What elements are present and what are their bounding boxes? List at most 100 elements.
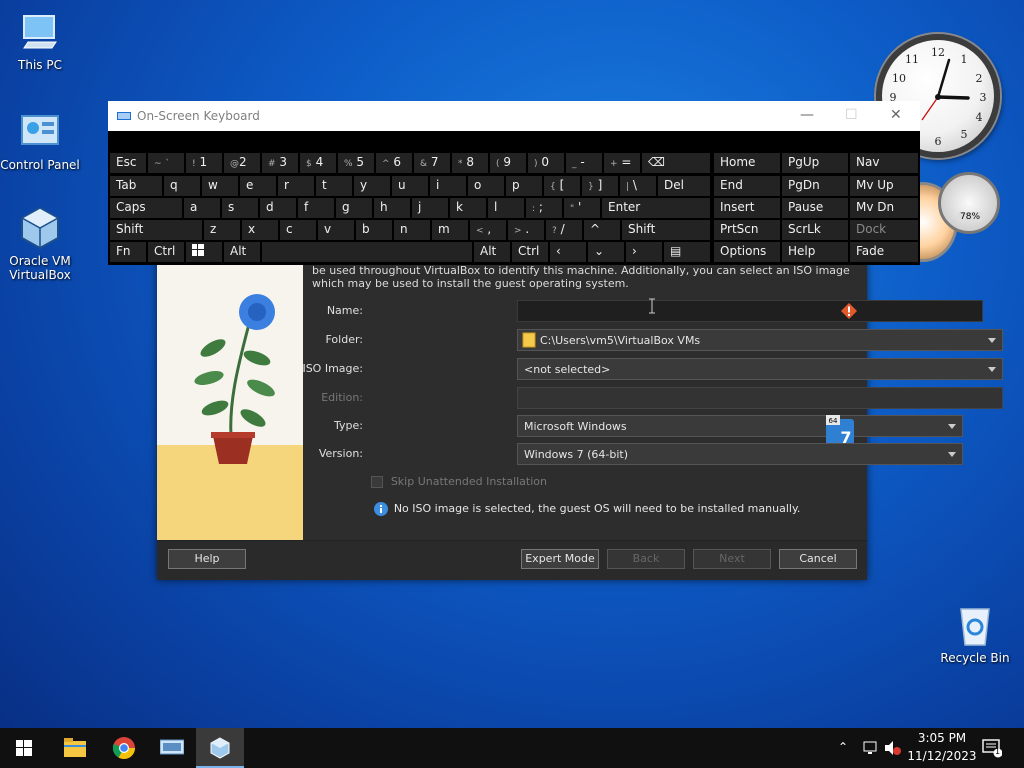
key-left[interactable]: ‹ bbox=[550, 242, 586, 262]
osk-title-bar[interactable]: On-Screen Keyboard — ☐ ✕ bbox=[108, 101, 920, 131]
key-b[interactable]: b bbox=[356, 220, 392, 240]
memory-meter-gadget[interactable] bbox=[938, 172, 1000, 234]
key-tilde[interactable]: ~ ` bbox=[148, 153, 184, 173]
key-quote[interactable]: " ' bbox=[564, 198, 600, 218]
key-prtscn[interactable]: PrtScn bbox=[714, 220, 780, 240]
key-bracket-open[interactable]: { [ bbox=[544, 176, 580, 196]
key-windows[interactable] bbox=[186, 242, 222, 262]
key-0[interactable]: ) 0 bbox=[528, 153, 564, 173]
key-5[interactable]: % 5 bbox=[338, 153, 374, 173]
name-input[interactable] bbox=[517, 300, 983, 322]
key-fn[interactable]: Fn bbox=[110, 242, 146, 262]
desktop-icon-control-panel[interactable]: Control Panel bbox=[0, 110, 80, 172]
key-period[interactable]: > . bbox=[508, 220, 544, 240]
key-enter[interactable]: Enter bbox=[602, 198, 710, 218]
key-i[interactable]: i bbox=[430, 176, 466, 196]
key-pgup[interactable]: PgUp bbox=[782, 153, 848, 173]
key-shift-right[interactable]: Shift bbox=[622, 220, 710, 240]
key-scrlk[interactable]: ScrLk bbox=[782, 220, 848, 240]
notification-center-button[interactable]: 1 bbox=[982, 738, 1003, 758]
version-combo[interactable]: Windows 7 (64-bit) bbox=[517, 443, 963, 465]
key-3[interactable]: # 3 bbox=[262, 153, 298, 173]
tray-time[interactable]: 3:05 PM bbox=[906, 731, 978, 745]
key-q[interactable]: q bbox=[164, 176, 200, 196]
key-mv-dn[interactable]: Mv Dn bbox=[850, 198, 918, 218]
key-n[interactable]: n bbox=[394, 220, 430, 240]
key-backspace[interactable]: ⌫ bbox=[642, 153, 710, 173]
type-combo[interactable]: Microsoft Windows bbox=[517, 415, 963, 437]
key-2[interactable]: @2 bbox=[224, 153, 260, 173]
key-s[interactable]: s bbox=[222, 198, 258, 218]
key-o[interactable]: o bbox=[468, 176, 504, 196]
key-tab[interactable]: Tab bbox=[110, 176, 162, 196]
key-esc[interactable]: Esc bbox=[110, 153, 146, 173]
key-h[interactable]: h bbox=[374, 198, 410, 218]
desktop-icon-recycle-bin[interactable]: Recycle Bin bbox=[935, 603, 1015, 665]
key-j[interactable]: j bbox=[412, 198, 448, 218]
key-t[interactable]: t bbox=[316, 176, 352, 196]
key-comma[interactable]: < , bbox=[470, 220, 506, 240]
key-r[interactable]: r bbox=[278, 176, 314, 196]
taskbar-file-explorer[interactable] bbox=[50, 728, 98, 768]
start-button[interactable] bbox=[0, 728, 48, 768]
key-w[interactable]: w bbox=[202, 176, 238, 196]
key-help[interactable]: Help bbox=[782, 242, 848, 262]
maximize-button[interactable]: ☐ bbox=[845, 107, 858, 123]
key-space[interactable] bbox=[262, 242, 472, 262]
network-icon[interactable] bbox=[862, 740, 880, 756]
key-pgdn[interactable]: PgDn bbox=[782, 176, 848, 196]
close-button[interactable]: ✕ bbox=[890, 107, 902, 123]
key-up[interactable]: ^ bbox=[584, 220, 620, 240]
key-nav[interactable]: Nav bbox=[850, 153, 918, 173]
key-right[interactable]: › bbox=[626, 242, 662, 262]
key-slash[interactable]: ? / bbox=[546, 220, 582, 240]
key-x[interactable]: x bbox=[242, 220, 278, 240]
key-p[interactable]: p bbox=[506, 176, 542, 196]
key-m[interactable]: m bbox=[432, 220, 468, 240]
key-l[interactable]: l bbox=[488, 198, 524, 218]
key-g[interactable]: g bbox=[336, 198, 372, 218]
key-down[interactable]: ⌄ bbox=[588, 242, 624, 262]
key-z[interactable]: z bbox=[204, 220, 240, 240]
key-minus[interactable]: _ - bbox=[566, 153, 602, 173]
minimize-button[interactable]: — bbox=[800, 107, 814, 123]
key-u[interactable]: u bbox=[392, 176, 428, 196]
desktop-icon-this-pc[interactable]: This PC bbox=[0, 10, 80, 72]
key-fade[interactable]: Fade bbox=[850, 242, 918, 262]
key-equals[interactable]: + = bbox=[604, 153, 640, 173]
key-a[interactable]: a bbox=[184, 198, 220, 218]
key-v[interactable]: v bbox=[318, 220, 354, 240]
key-menu[interactable]: ▤ bbox=[664, 242, 710, 262]
key-end[interactable]: End bbox=[714, 176, 780, 196]
key-shift-left[interactable]: Shift bbox=[110, 220, 202, 240]
key-8[interactable]: * 8 bbox=[452, 153, 488, 173]
key-e[interactable]: e bbox=[240, 176, 276, 196]
tray-date[interactable]: 11/12/2023 bbox=[906, 749, 978, 763]
key-alt-right[interactable]: Alt bbox=[474, 242, 510, 262]
key-1[interactable]: ! 1 bbox=[186, 153, 222, 173]
key-4[interactable]: $ 4 bbox=[300, 153, 336, 173]
key-7[interactable]: & 7 bbox=[414, 153, 450, 173]
key-9[interactable]: ( 9 bbox=[490, 153, 526, 173]
key-c[interactable]: c bbox=[280, 220, 316, 240]
key-backslash[interactable]: | \ bbox=[620, 176, 656, 196]
key-pause[interactable]: Pause bbox=[782, 198, 848, 218]
key-dock[interactable]: Dock bbox=[850, 220, 918, 240]
key-bracket-close[interactable]: } ] bbox=[582, 176, 618, 196]
help-button[interactable]: Help bbox=[168, 549, 246, 569]
cancel-button[interactable]: Cancel bbox=[779, 549, 857, 569]
key-6[interactable]: ^ 6 bbox=[376, 153, 412, 173]
key-options[interactable]: Options bbox=[714, 242, 780, 262]
key-y[interactable]: y bbox=[354, 176, 390, 196]
show-hidden-icons[interactable]: ⌃ bbox=[838, 740, 848, 754]
key-semicolon[interactable]: : ; bbox=[526, 198, 562, 218]
key-alt-left[interactable]: Alt bbox=[224, 242, 260, 262]
key-caps[interactable]: Caps bbox=[110, 198, 182, 218]
key-insert[interactable]: Insert bbox=[714, 198, 780, 218]
taskbar-on-screen-keyboard[interactable] bbox=[148, 728, 196, 768]
expert-mode-button[interactable]: Expert Mode bbox=[521, 549, 599, 569]
key-mv-up[interactable]: Mv Up bbox=[850, 176, 918, 196]
volume-muted-icon[interactable] bbox=[884, 740, 902, 756]
key-ctrl-right[interactable]: Ctrl bbox=[512, 242, 548, 262]
iso-combo[interactable]: <not selected> bbox=[517, 358, 1003, 380]
